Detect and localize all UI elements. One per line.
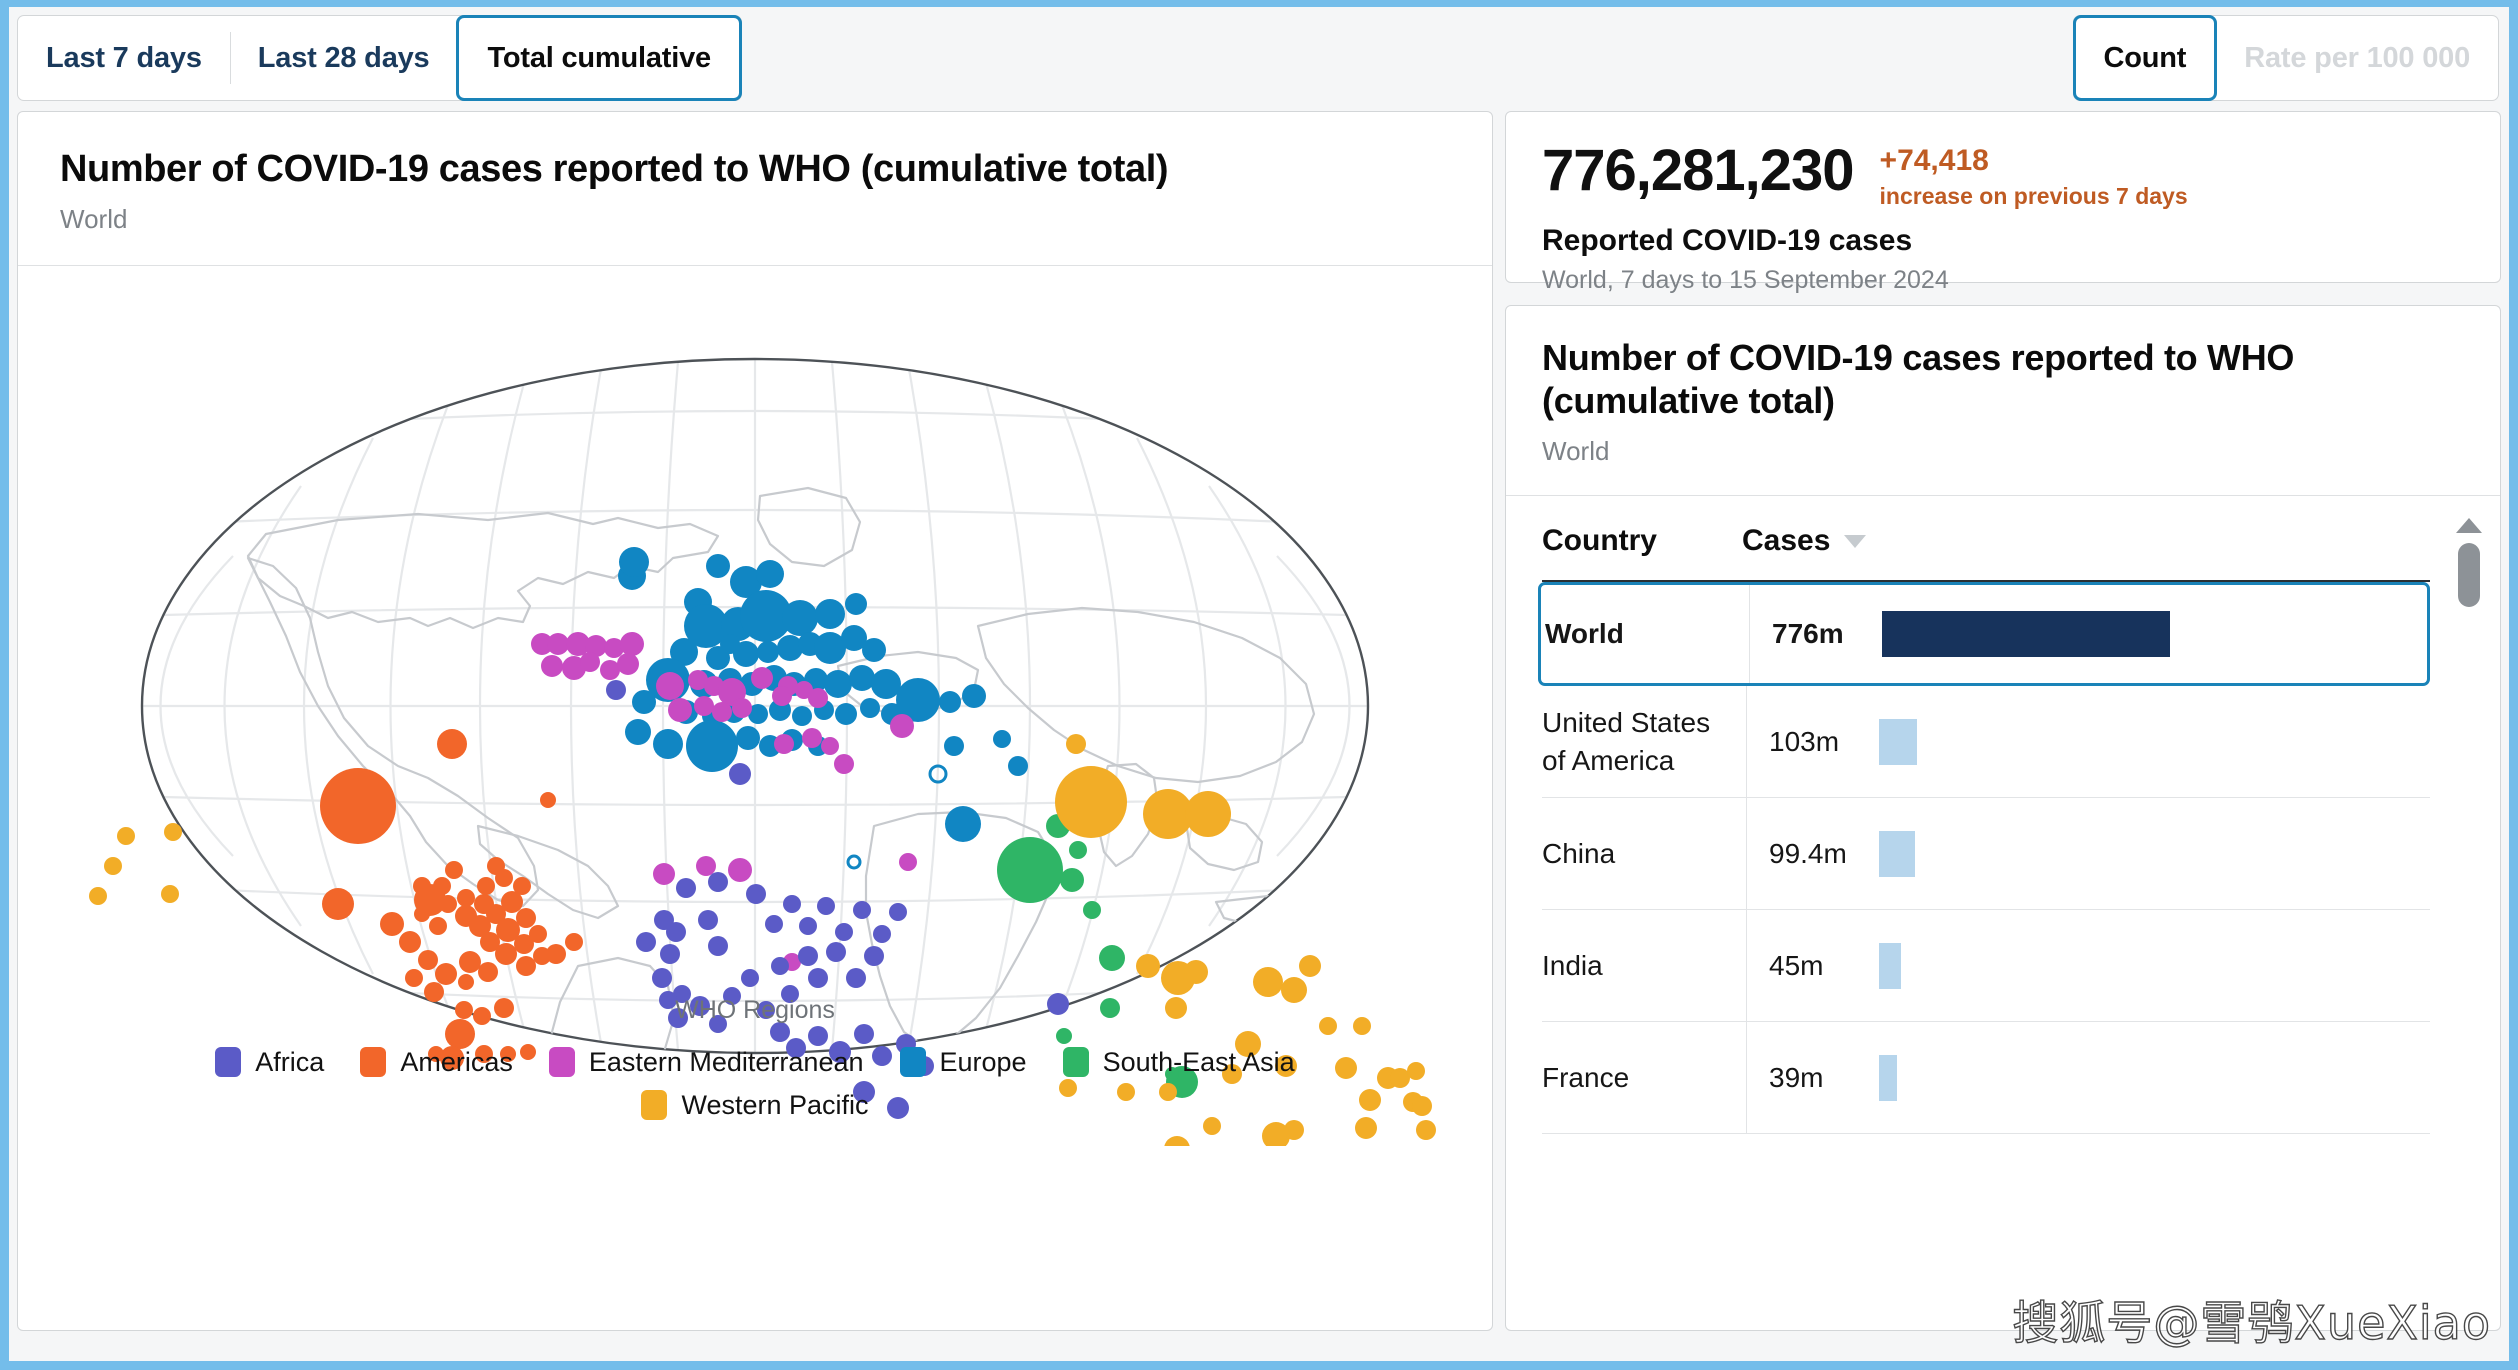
page-inner: Last 7 days Last 28 days Total cumulativ…: [9, 7, 2509, 1361]
measure-toggle-group: Count Rate per 100 000: [2073, 15, 2499, 101]
row-country-name: France: [1542, 1059, 1746, 1097]
row-country-name: United States of America: [1542, 704, 1746, 780]
legend-item-europe[interactable]: Europe: [900, 1047, 1027, 1078]
row-bar: [1879, 1055, 1897, 1101]
row-value-cell: 776m: [1749, 585, 2427, 683]
right-column: 776,281,230 +74,418 increase on previous…: [1505, 111, 2501, 1361]
legend-swatch-south-east-asia: [1063, 1047, 1089, 1077]
legend-item-americas[interactable]: Americas: [360, 1047, 513, 1078]
bubbles-europe-outline: [848, 766, 946, 868]
table-card-subtitle: World: [1542, 436, 2464, 467]
country-table-card: Number of COVID-19 cases reported to WHO…: [1505, 305, 2501, 1331]
legend-item-africa[interactable]: Africa: [215, 1047, 324, 1078]
table-row[interactable]: India 45m: [1542, 910, 2430, 1022]
table-scrollbar[interactable]: [2456, 518, 2482, 1278]
row-value-cell: 99.4m: [1746, 798, 2430, 909]
weekly-increase-value: +74,418: [1880, 144, 2188, 179]
legend-swatch-europe: [900, 1047, 926, 1077]
table-row[interactable]: World 776m: [1538, 582, 2430, 686]
top-control-bar: Last 7 days Last 28 days Total cumulativ…: [9, 7, 2509, 111]
country-table: Country Cases World 776m: [1506, 496, 2500, 1284]
map-card-header: Number of COVID-19 cases reported to WHO…: [18, 112, 1492, 266]
legend-swatch-eastern-mediterranean: [549, 1047, 575, 1077]
legend-label-western-pacific: Western Pacific: [681, 1090, 868, 1121]
legend-label-south-east-asia: South-East Asia: [1103, 1047, 1295, 1078]
map-legend: WHO Regions Africa Americas Eastern M: [18, 996, 1492, 1127]
stat-scope-label: World, 7 days to 15 September 2024: [1542, 266, 2464, 295]
map-card-title: Number of COVID-19 cases reported to WHO…: [60, 148, 1450, 192]
tab-rate-per-100000[interactable]: Rate per 100 000: [2216, 16, 2498, 100]
table-row[interactable]: China 99.4m: [1542, 798, 2430, 910]
row-value-cell: 39m: [1746, 1022, 2430, 1133]
legend-item-south-east-asia[interactable]: South-East Asia: [1063, 1047, 1295, 1078]
tab-last-7-days[interactable]: Last 7 days: [18, 16, 230, 100]
row-cases-value: 776m: [1772, 618, 1882, 650]
tab-last-28-days[interactable]: Last 28 days: [230, 16, 458, 100]
page-frame: Last 7 days Last 28 days Total cumulativ…: [0, 0, 2518, 1370]
period-toggle-group: Last 7 days Last 28 days Total cumulativ…: [17, 15, 742, 101]
table-row[interactable]: United States of America 103m: [1542, 686, 2430, 798]
table-row[interactable]: France 39m: [1542, 1022, 2430, 1134]
legend-label-americas: Americas: [400, 1047, 513, 1078]
sort-descending-icon[interactable]: [1844, 535, 1866, 548]
total-cases-value: 776,281,230: [1542, 142, 1854, 200]
legend-row-1: Africa Americas Eastern Mediterranean: [125, 1041, 1385, 1084]
column-header-cases[interactable]: Cases: [1742, 524, 1866, 558]
legend-swatch-americas: [360, 1047, 386, 1077]
main-content: Number of COVID-19 cases reported to WHO…: [9, 111, 2509, 1361]
map-card: Number of COVID-19 cases reported to WHO…: [17, 111, 1493, 1331]
summary-stat-card: 776,281,230 +74,418 increase on previous…: [1505, 111, 2501, 283]
table-card-header: Number of COVID-19 cases reported to WHO…: [1506, 306, 2500, 496]
row-bar: [1879, 831, 1915, 877]
legend-label-europe: Europe: [940, 1047, 1027, 1078]
scroll-up-arrow-icon[interactable]: [2456, 518, 2482, 533]
column-header-cases-label: Cases: [1742, 524, 1830, 558]
map-card-subtitle: World: [60, 204, 1450, 235]
tab-count[interactable]: Count: [2073, 15, 2218, 101]
legend-label-eastern-mediterranean: Eastern Mediterranean: [589, 1047, 864, 1078]
row-cases-value: 99.4m: [1769, 838, 1879, 870]
row-country-name: World: [1545, 615, 1749, 653]
row-cases-value: 45m: [1769, 950, 1879, 982]
row-bar: [1882, 611, 2170, 657]
legend-row-2: Western Pacific: [125, 1084, 1385, 1127]
table-card-title: Number of COVID-19 cases reported to WHO…: [1542, 336, 2464, 422]
row-value-cell: 103m: [1746, 686, 2430, 797]
row-cases-value: 39m: [1769, 1062, 1879, 1094]
row-bar: [1879, 719, 1917, 765]
weekly-increase-caption: increase on previous 7 days: [1880, 183, 2188, 211]
row-bar: [1879, 943, 1901, 989]
legend-item-eastern-mediterranean[interactable]: Eastern Mediterranean: [549, 1047, 864, 1078]
row-value-cell: 45m: [1746, 910, 2430, 1021]
stat-metric-label: Reported COVID-19 cases: [1542, 224, 2464, 258]
legend-item-western-pacific[interactable]: Western Pacific: [641, 1090, 868, 1121]
stat-delta-group: +74,418 increase on previous 7 days: [1880, 144, 2188, 210]
row-country-name: India: [1542, 947, 1746, 985]
stat-topline: 776,281,230 +74,418 increase on previous…: [1542, 142, 2464, 210]
legend-title: WHO Regions: [18, 996, 1492, 1025]
legend-swatch-africa: [215, 1047, 241, 1077]
tab-total-cumulative[interactable]: Total cumulative: [456, 15, 741, 101]
table-header-row: Country Cases: [1542, 524, 2430, 582]
row-country-name: China: [1542, 835, 1746, 873]
map-body: WHO Regions Africa Americas Eastern M: [18, 266, 1492, 1331]
scrollbar-thumb[interactable]: [2458, 543, 2480, 607]
row-cases-value: 103m: [1769, 726, 1879, 758]
legend-label-africa: Africa: [255, 1047, 324, 1078]
column-header-country[interactable]: Country: [1542, 524, 1742, 558]
legend-swatch-western-pacific: [641, 1090, 667, 1120]
